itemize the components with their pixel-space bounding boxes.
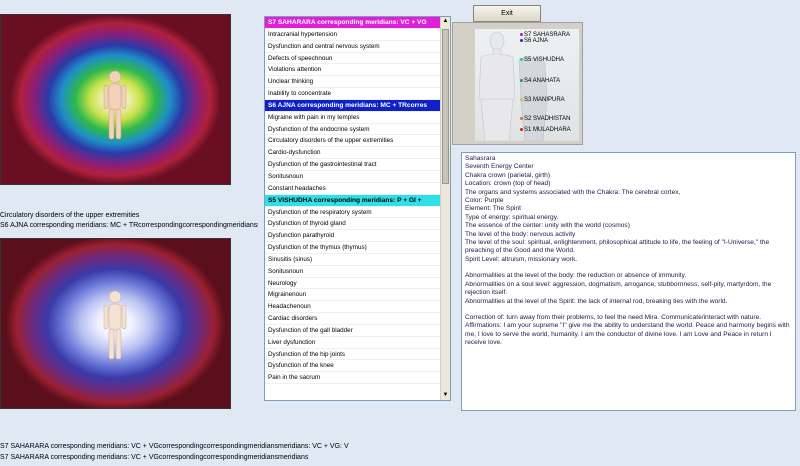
chakra-color-dot-icon	[520, 38, 523, 42]
description-line: Chakra crown (parietal, girth)	[465, 171, 551, 179]
aura-image-top	[0, 14, 231, 185]
chakra-color-dot-icon	[520, 32, 523, 36]
chakra-checkbox[interactable]: S2 SVADHISTAN	[520, 115, 570, 123]
symptom-listbox[interactable]: S7 SAHARARA corresponding meridians: VC …	[264, 16, 451, 401]
list-item[interactable]: Neurology	[265, 278, 441, 290]
list-item[interactable]: Dysfunction of the hip joints	[265, 349, 441, 361]
symptom-list-scrollbar[interactable]: ▲ ▼	[440, 17, 450, 400]
list-item[interactable]: Sonitusnoun	[265, 171, 441, 183]
chakra-checkbox-label: S5 VISHUDHA	[524, 57, 565, 63]
caption-line-2: S6 AJNA corresponding meridians: MC + TR…	[0, 222, 258, 229]
chakra-checkbox[interactable]: S1 MULADHARA	[520, 126, 571, 134]
description-line: The level of the body: nervous activity	[465, 230, 576, 238]
list-group-header[interactable]: S6 AJNA corresponding meridians: MC + TR…	[265, 99, 441, 112]
description-abnormality: Abnormalities on a soul level: aggressio…	[465, 280, 772, 297]
description-line: Sahasrara	[465, 155, 496, 162]
list-item[interactable]: Dysfunction of the respiratory system	[265, 207, 441, 219]
list-item[interactable]: Dysfunction and central nervous system	[265, 41, 441, 53]
description-correction: Correction of: turn away from their prob…	[465, 313, 790, 347]
list-item[interactable]: Dysfunction of the gastrointestinal trac…	[265, 159, 441, 171]
list-item[interactable]: Dysfunction parathyroid	[265, 230, 441, 243]
chakra-color-dot-icon	[520, 97, 523, 101]
list-item[interactable]: Liver dysfunction	[265, 337, 441, 349]
chakra-color-dot-icon	[520, 116, 523, 120]
list-item[interactable]: Dysfunction of the thymus (thymus)	[265, 242, 441, 254]
description-line: Seventh Energy Center	[465, 163, 534, 171]
chakra-color-dot-icon	[520, 127, 523, 131]
body-silhouette	[478, 31, 548, 141]
chakra-checkbox-label: S6 AJNA	[524, 38, 549, 44]
list-group-header[interactable]: S7 SAHARARA corresponding meridians: VC …	[265, 17, 441, 29]
list-item[interactable]: Unclear thinking	[265, 76, 441, 89]
human-figure-top	[103, 70, 127, 140]
description-line: Color: Purple	[465, 197, 504, 205]
list-item[interactable]: Dysfunction of the endocrine system	[265, 124, 441, 136]
chakra-color-dot-icon	[520, 78, 523, 82]
chakra-checkbox[interactable]: S3 MANIPURA	[520, 96, 565, 104]
chakra-checkbox[interactable]: S4 ANAHATA	[520, 77, 560, 85]
body-map: S7 SAHASRARA S6 AJNA S5 VISHUDHA S4 ANAHATA…	[475, 29, 579, 141]
chakra-checkbox-label: S1 MULADHARA	[524, 127, 571, 133]
list-item[interactable]: Migraine with pain in my temples	[265, 112, 441, 124]
list-item[interactable]: Inability to concentrate	[265, 88, 441, 100]
description-abnormality: Abnormalities at the level of the Spirit…	[465, 297, 728, 305]
description-line: Type of energy: spiritual energy.	[465, 213, 559, 221]
chakra-color-dot-icon	[520, 57, 523, 61]
description-line: Spirit Level: altruism, missionary work.	[465, 255, 578, 263]
list-item[interactable]: Migrainenoun	[265, 289, 441, 302]
caption-line-1: Circulatory disorders of the upper extre…	[0, 212, 140, 219]
human-figure-bottom	[103, 290, 127, 360]
symptom-list-items[interactable]: S7 SAHARARA corresponding meridians: VC …	[265, 17, 441, 400]
list-item[interactable]: Cardio-dysfunction	[265, 147, 441, 160]
chakra-checkbox[interactable]: S6 AJNA	[520, 37, 548, 45]
chakra-checkbox-label: S3 MANIPURA	[524, 97, 565, 103]
scroll-up-arrow-icon[interactable]: ▲	[441, 17, 450, 26]
list-item[interactable]: Violations attention	[265, 64, 441, 77]
chakra-body-panel: S7 SAHASRARA S6 AJNA S5 VISHUDHA S4 ANAHATA…	[452, 22, 583, 145]
list-item[interactable]: Cardiac disorders	[265, 313, 441, 325]
scroll-down-arrow-icon[interactable]: ▼	[441, 391, 450, 400]
list-item[interactable]: Dysfunction of thyroid gland	[265, 218, 441, 231]
description-line: Element: The Spirit	[465, 205, 521, 213]
list-item[interactable]: Circulatory disorders of the upper extre…	[265, 135, 441, 148]
scroll-thumb[interactable]	[442, 29, 449, 184]
status-line-1: S7 SAHARARA corresponding meridians: VC …	[0, 443, 349, 450]
description-line: The essence of the center: unity with th…	[465, 222, 630, 230]
chakra-checkbox-label: S4 ANAHATA	[524, 78, 561, 84]
list-item[interactable]: Sonitusnoun	[265, 266, 441, 278]
chakra-description-textbox[interactable]: Sahasrara Seventh Energy Center Chakra cro…	[461, 152, 796, 411]
chakra-checkbox[interactable]: S5 VISHUDHA	[520, 56, 564, 64]
aura-image-bottom	[0, 238, 231, 409]
list-item[interactable]: Dysfunction of the knee	[265, 360, 441, 373]
description-abnormality: Abnormalities at the level of the body: …	[465, 272, 687, 280]
exit-button[interactable]: Exit	[473, 5, 541, 22]
list-group-header[interactable]: S5 VISHUDHA corresponding meridians: P +…	[265, 194, 441, 207]
list-item[interactable]: Pain in the sacrum	[265, 372, 441, 385]
chakra-checkbox-label: S2 SVADHISTAN	[524, 116, 571, 122]
description-line: The organs and systems associated with t…	[465, 188, 681, 196]
list-item[interactable]: Constant headaches	[265, 183, 441, 195]
list-item[interactable]: Defects of speechnoun	[265, 53, 441, 65]
list-item[interactable]: Dysfunction of the gall bladder	[265, 325, 441, 337]
description-line: Location: crown (top of head)	[465, 180, 551, 188]
description-line: The level of the soul: spiritual, enligh…	[465, 239, 770, 255]
status-line-2: S7 SAHARARA corresponding meridians: VC …	[0, 454, 309, 461]
list-item[interactable]: Headachenoun	[265, 301, 441, 314]
list-item[interactable]: Sinusitis (sinus)	[265, 254, 441, 266]
list-item[interactable]: Intracranial hypertension	[265, 29, 441, 41]
